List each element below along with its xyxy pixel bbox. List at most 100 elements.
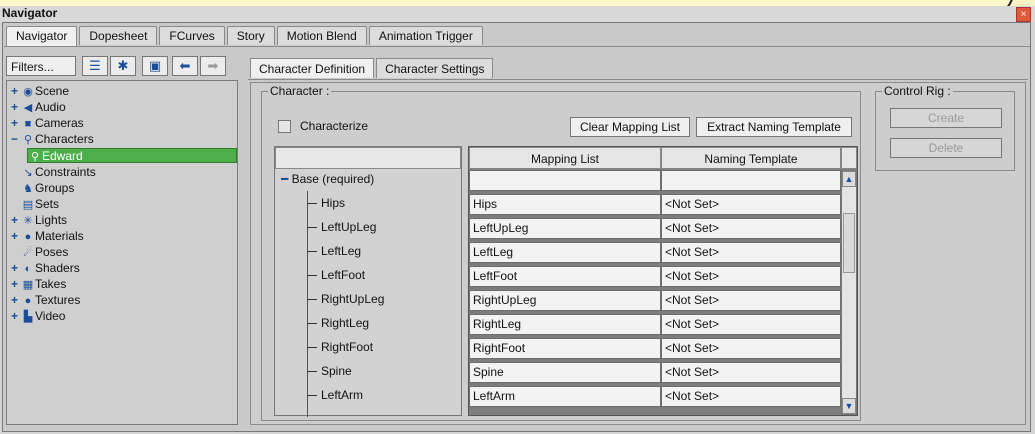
tree-item-audio[interactable]: + ◀ Audio (11, 100, 66, 115)
bone-row[interactable]: RightUpLeg (307, 287, 384, 311)
list-icon[interactable]: ☰ (82, 56, 108, 76)
character-icon: ⚲ (23, 134, 33, 146)
naming-cell[interactable]: <Not Set> (661, 362, 841, 383)
scroll-down-icon[interactable]: ▼ (842, 398, 856, 414)
bone-row[interactable]: Spine (307, 359, 352, 383)
naming-cell[interactable]: <Not Set> (661, 194, 841, 215)
filters-button[interactable]: Filters... (6, 56, 76, 76)
collapse-icon[interactable]: − (11, 132, 21, 147)
character-group: Character : Characterize Clear Mapping L… (261, 84, 861, 421)
main-tabs: Navigator Dopesheet FCurves Story Motion… (6, 26, 485, 47)
tab-navigator[interactable]: Navigator (6, 26, 78, 47)
naming-cell[interactable]: <Not Set> (661, 338, 841, 359)
expand-icon[interactable]: + (11, 277, 21, 292)
naming-cell[interactable]: <Not Set> (661, 314, 841, 335)
tab-fcurves[interactable]: FCurves (159, 26, 225, 45)
close-icon[interactable]: × (1016, 7, 1031, 22)
mapping-cell[interactable]: Spine (469, 362, 661, 383)
tree-item-groups[interactable]: ♞ Groups (21, 181, 74, 196)
bone-row[interactable]: LeftArm (307, 383, 363, 407)
tree-item-shaders[interactable]: + ◐ Shaders (11, 261, 80, 276)
create-button[interactable]: Create (890, 108, 1002, 128)
naming-cell[interactable]: <Not Set> (661, 218, 841, 239)
tab-character-definition[interactable]: Character Definition (250, 58, 375, 78)
groups-icon: ♞ (23, 183, 33, 195)
tree-item-cameras[interactable]: + ■ Cameras (11, 116, 84, 131)
base-group-row[interactable]: ━ Base (required) (281, 167, 374, 191)
characterize-checkbox[interactable] (278, 120, 291, 133)
tree-item-video[interactable]: + ▙ Video (11, 309, 65, 324)
naming-cell[interactable]: <Not Set> (661, 242, 841, 263)
tab-divider (4, 46, 1030, 47)
material-icon: ● (24, 231, 32, 243)
control-rig-label: Control Rig : (882, 84, 953, 98)
navigator-toolbar: Filters... ☰ ✱ ▣ ⬅ ➡ (6, 56, 240, 78)
mapping-cell[interactable]: RightFoot (469, 338, 661, 359)
mapping-cell[interactable]: RightUpLeg (469, 290, 661, 311)
expand-icon[interactable]: + (11, 261, 21, 276)
mapping-cell[interactable]: LeftUpLeg (469, 218, 661, 239)
mapping-cell[interactable]: LeftFoot (469, 266, 661, 287)
naming-cell[interactable]: <Not Set> (661, 266, 841, 287)
scroll-thumb[interactable] (843, 213, 855, 273)
clear-mapping-list-button[interactable]: Clear Mapping List (570, 117, 690, 137)
tree-item-textures[interactable]: + ● Textures (11, 293, 80, 308)
mapping-cell[interactable] (469, 170, 661, 191)
naming-cell[interactable]: <Not Set> (661, 386, 841, 407)
bone-row[interactable]: LeftFoot (307, 263, 365, 287)
sets-icon: ▤ (22, 199, 34, 211)
bone-row[interactable]: LeftUpLeg (307, 215, 376, 239)
expand-icon[interactable]: + (11, 84, 21, 99)
tab-character-settings[interactable]: Character Settings (376, 58, 494, 78)
naming-cell[interactable]: <Not Set> (661, 290, 841, 311)
tree-item-scene[interactable]: + ◉ Scene (11, 84, 69, 99)
delete-button[interactable]: Delete (890, 138, 1002, 158)
mapping-cell[interactable]: LeftLeg (469, 242, 661, 263)
tree-item-poses[interactable]: ☄ Poses (21, 245, 68, 260)
tree-item-lights[interactable]: + ✳ Lights (11, 213, 67, 228)
mapping-cell[interactable]: Hips (469, 194, 661, 215)
scene-icon: ◉ (23, 86, 33, 98)
subtab-divider (248, 79, 1028, 80)
constraint-icon: ↘ (23, 167, 33, 179)
tree-item-edward[interactable]: ⚲ Edward (27, 148, 237, 163)
collapse-icon[interactable]: ━ (281, 172, 288, 186)
expand-icon[interactable]: + (11, 229, 21, 244)
extract-naming-template-button[interactable]: Extract Naming Template (696, 117, 852, 137)
scroll-up-icon[interactable]: ▲ (842, 171, 856, 187)
pose-icon: ☄ (23, 247, 33, 259)
bone-row[interactable]: RightLeg (307, 311, 369, 335)
tab-motion-blend[interactable]: Motion Blend (276, 26, 367, 45)
lock-icon[interactable]: ▣ (142, 56, 168, 76)
expand-icon[interactable]: + (11, 100, 21, 115)
tree-item-sets[interactable]: ▤ Sets (21, 197, 59, 212)
tree-item-takes[interactable]: + ▦ Takes (11, 277, 66, 292)
bone-row[interactable]: Hips (307, 191, 345, 215)
characterize-label: Characterize (300, 119, 369, 133)
tree-item-constraints[interactable]: ↘ Constraints (21, 165, 95, 180)
mapping-scrollbar[interactable]: ▲ ▼ (841, 170, 857, 415)
naming-template-header[interactable]: Naming Template (661, 147, 841, 169)
back-arrow-icon[interactable]: ⬅ (172, 56, 198, 76)
naming-cell[interactable] (661, 170, 841, 191)
tree-item-materials[interactable]: + ● Materials (11, 229, 84, 244)
expand-icon[interactable]: + (11, 213, 21, 228)
audio-icon: ◀ (23, 102, 33, 114)
expand-icon[interactable]: + (11, 293, 21, 308)
expand-icon[interactable]: + (11, 116, 21, 131)
tab-dopesheet[interactable]: Dopesheet (79, 26, 158, 45)
forward-arrow-icon[interactable]: ➡ (200, 56, 226, 76)
expand-icon[interactable]: + (11, 309, 21, 324)
bone-list-header (275, 147, 461, 169)
control-rig-group: Control Rig : Create Delete (875, 84, 1015, 171)
pin-icon[interactable]: ✱ (110, 56, 136, 76)
tree-item-characters[interactable]: − ⚲ Characters (11, 132, 94, 147)
mapping-cell[interactable]: RightLeg (469, 314, 661, 335)
tab-story[interactable]: Story (226, 26, 275, 45)
bone-row[interactable]: RightFoot (307, 335, 373, 359)
mapping-list-header[interactable]: Mapping List (469, 147, 661, 169)
character-subtabs: Character Definition Character Settings (250, 58, 495, 78)
mapping-cell[interactable]: LeftArm (469, 386, 661, 407)
bone-row[interactable]: LeftLeg (307, 239, 361, 263)
tab-animation-trigger[interactable]: Animation Trigger (368, 26, 483, 45)
